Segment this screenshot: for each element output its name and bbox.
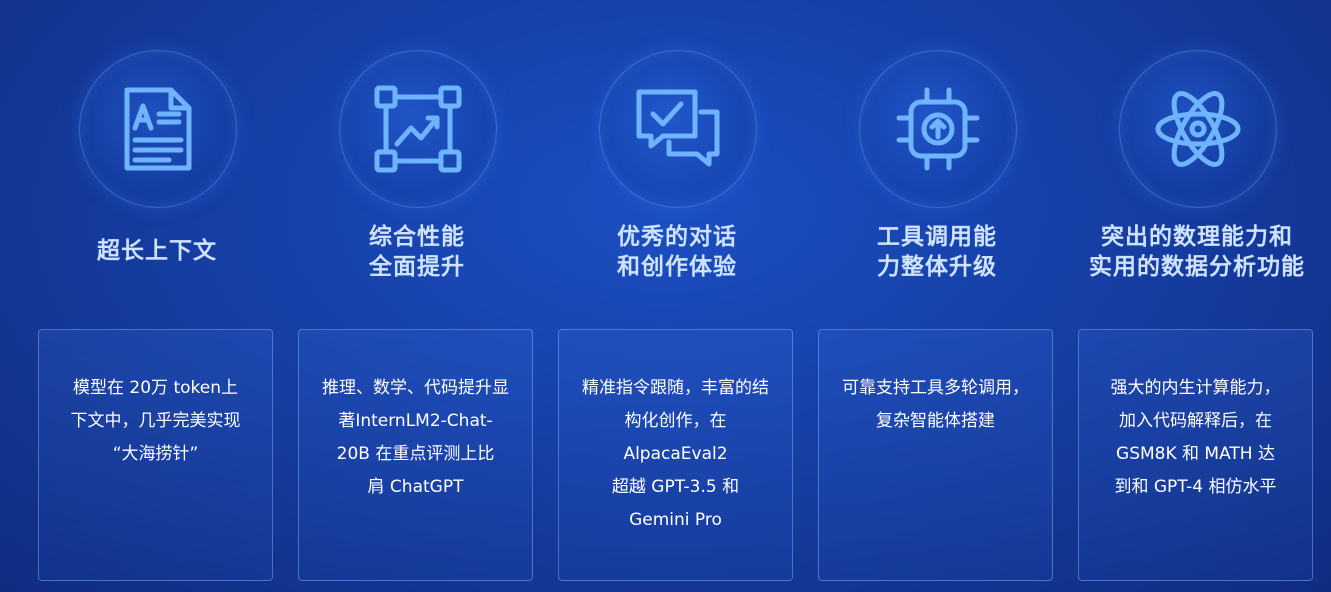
feature-title: 突出的数理能力和 实用的数据分析功能 (1089, 224, 1305, 280)
feature-column-long-context: 超长上下文 模型在 20万 token上 下文中，几乎完美实现 “大海捞针” (37, 0, 277, 592)
atom-icon (1155, 91, 1241, 167)
feature-column-performance: 综合性能 全面提升 推理、数学、代码提升显 著InternLM2-Chat- 2… (297, 0, 537, 592)
icon-badge (339, 50, 497, 208)
feature-column-math: 突出的数理能力和 实用的数据分析功能 强大的内生计算能力， 加入代码解释后，在 … (1077, 0, 1317, 592)
feature-column-dialogue: 优秀的对话 和创作体验 精准指令跟随，丰富的结 构化创作，在 AlpacaEva… (557, 0, 797, 592)
feature-title: 综合性能 全面提升 (369, 224, 465, 280)
feature-card: 精准指令跟随，丰富的结 构化创作，在 AlpacaEval2 超越 GPT-3.… (558, 329, 793, 581)
chip-upgrade-icon (896, 87, 980, 171)
feature-description: 推理、数学、代码提升显 著InternLM2-Chat- 20B 在重点评测上比… (322, 378, 509, 497)
feature-description: 强大的内生计算能力， 加入代码解释后，在 GSM8K 和 MATH 达 到和 G… (1110, 378, 1281, 497)
feature-column-tools: 工具调用能 力整体升级 可靠支持工具多轮调用， 复杂智能体搭建 (817, 0, 1057, 592)
document-text-icon (124, 87, 192, 171)
feature-description: 可靠支持工具多轮调用， 复杂智能体搭建 (842, 378, 1029, 431)
feature-title: 超长上下文 (97, 238, 217, 264)
feature-card: 推理、数学、代码提升显 著InternLM2-Chat- 20B 在重点评测上比… (298, 329, 533, 581)
feature-description: 模型在 20万 token上 下文中，几乎完美实现 “大海捞针” (70, 378, 241, 464)
icon-badge (599, 50, 757, 208)
icon-badge (79, 50, 237, 208)
icon-badge (1119, 50, 1277, 208)
feature-card: 可靠支持工具多轮调用， 复杂智能体搭建 (818, 329, 1053, 581)
chart-growth-icon (374, 85, 462, 173)
feature-description: 精准指令跟随，丰富的结 构化创作，在 AlpacaEval2 超越 GPT-3.… (582, 378, 769, 530)
chat-check-icon (636, 89, 720, 167)
icon-badge (859, 50, 1017, 208)
feature-title: 工具调用能 力整体升级 (877, 224, 997, 280)
feature-card: 强大的内生计算能力， 加入代码解释后，在 GSM8K 和 MATH 达 到和 G… (1078, 329, 1313, 581)
feature-card: 模型在 20万 token上 下文中，几乎完美实现 “大海捞针” (38, 329, 273, 581)
feature-title: 优秀的对话 和创作体验 (617, 224, 737, 280)
